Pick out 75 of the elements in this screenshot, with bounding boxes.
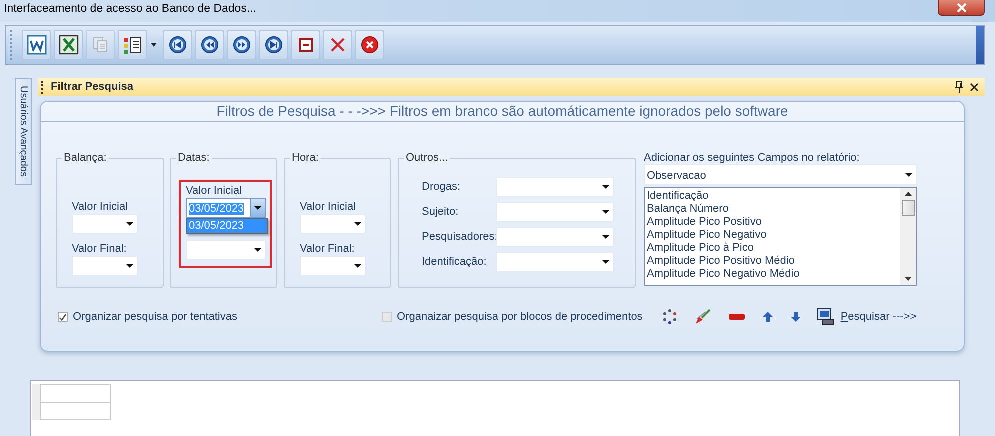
search-button[interactable]: Pesquisar --->>: [816, 308, 917, 326]
close-icon[interactable]: [970, 82, 979, 92]
last-icon: [264, 36, 282, 54]
field-label: Valor Inicial: [72, 200, 130, 214]
scroll-down-icon[interactable]: [904, 277, 912, 281]
field-label: Pesquisadores:: [422, 230, 496, 244]
field-label: Identificação:: [422, 255, 488, 269]
side-tab[interactable]: Usuários Avançados: [15, 78, 32, 185]
list-item[interactable]: Amplitude Pico à Pico: [647, 242, 898, 255]
group-title: Datas:: [177, 152, 211, 164]
cancel-icon: [360, 36, 378, 54]
down-arrow-icon[interactable]: [790, 311, 802, 323]
remove-icon: [298, 37, 314, 53]
caret-icon: [905, 172, 913, 176]
group-title: Hora:: [291, 152, 320, 164]
caret-icon: [602, 235, 610, 239]
toolbar-button[interactable]: [259, 30, 288, 60]
list-item[interactable]: Amplitude Pico Negativo: [647, 229, 898, 242]
field-label: Valor Inicial: [300, 200, 358, 214]
monitor-icon: [816, 308, 835, 326]
copy-icon: [92, 36, 110, 54]
toolbar-button[interactable]: [227, 30, 256, 60]
caret-icon[interactable]: [151, 43, 157, 47]
caret-icon: [126, 222, 134, 226]
list-item[interactable]: Balança Número: [647, 203, 898, 216]
minus-icon[interactable]: [728, 313, 746, 321]
first-icon: [168, 36, 186, 54]
group-title: Outros...: [405, 152, 450, 164]
panel-title: Filtrar Pesquisa: [51, 81, 134, 93]
caret-icon: [254, 206, 262, 210]
next-icon: [232, 36, 250, 54]
scroll-thumb[interactable]: [902, 200, 914, 216]
toolbar-button[interactable]: [355, 30, 384, 60]
caret-icon: [602, 260, 610, 264]
caret-icon: [254, 248, 262, 252]
toolbar-button[interactable]: [163, 30, 192, 60]
caret-icon: [602, 185, 610, 189]
scrollbar[interactable]: [900, 188, 916, 285]
report-fields-label: Adicionar os seguintes Campos no relatório:: [644, 152, 861, 164]
delete-icon: [328, 36, 346, 54]
toolbar-button[interactable]: [54, 30, 83, 60]
banner-text: Filtros de Pesquisa - - ->>> Filtros em branco são automáticamente ignorados pelo software: [41, 102, 964, 122]
brush-icon[interactable]: [694, 308, 712, 326]
list-item[interactable]: Identificação: [647, 190, 898, 203]
close-icon: [956, 2, 968, 12]
field-label: Valor Final:: [300, 242, 356, 256]
toolbar-button[interactable]: [22, 30, 51, 60]
field-label: Sujeito:: [422, 205, 460, 219]
pin-icon[interactable]: [955, 81, 964, 93]
previous-icon: [200, 36, 218, 54]
dotted-circle-icon[interactable]: [662, 309, 678, 325]
field-label: Valor Inicial: [186, 184, 244, 198]
check-icon: [59, 312, 67, 322]
toolbar-button[interactable]: [291, 30, 320, 60]
toolbar-button[interactable]: [195, 30, 224, 60]
caret-icon: [354, 222, 362, 226]
spreadsheet-icon: [58, 35, 78, 55]
list-icon: [122, 35, 142, 55]
group-title: Balança:: [63, 152, 108, 164]
document-icon: [26, 35, 46, 55]
up-arrow-icon[interactable]: [762, 311, 774, 323]
close-button[interactable]: [938, 0, 985, 16]
combo-box[interactable]: Observacao: [644, 164, 917, 185]
field-label: Drogas:: [422, 180, 462, 194]
list-item[interactable]: Amplitude Pico Positivo: [647, 216, 898, 229]
toolbar-button[interactable]: [118, 30, 147, 60]
list-item[interactable]: Amplitude Pico Positivo Médio: [647, 255, 898, 268]
window-title: Interfaceamento de acesso ao Banco de Dados...: [3, 2, 257, 15]
field-label: Valor Final:: [72, 242, 128, 256]
caret-icon: [354, 264, 362, 268]
scroll-up-icon[interactable]: [904, 192, 912, 196]
caret-icon: [602, 210, 610, 214]
caret-icon: [126, 264, 134, 268]
checkbox[interactable]: Organizar pesquisa por tentativas: [58, 311, 382, 323]
list-item[interactable]: Amplitude Pico Negativo Médio: [647, 268, 898, 281]
